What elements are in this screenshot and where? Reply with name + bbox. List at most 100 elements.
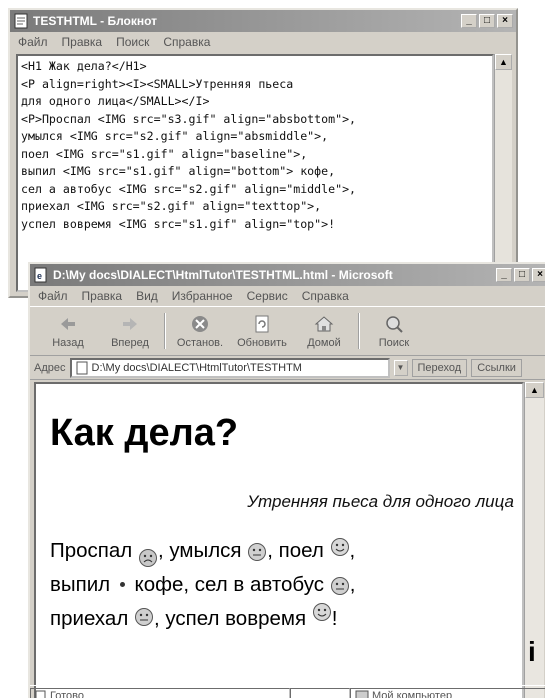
notepad-text-area[interactable]: <H1 Жак дела?</H1> <P align=right><I><SMA… <box>16 54 494 292</box>
browser-toolbar: Назад Вперед Останов. Обновить Домой Пои… <box>30 306 545 356</box>
text-umylsya: , умылся <box>157 539 242 562</box>
menu-edit[interactable]: Правка <box>62 35 103 49</box>
code-line: приехал <IMG src="s2.gif" align="texttop… <box>21 199 322 213</box>
code-line: <P align=right><I><SMALL>Утренняя пьеса <box>21 76 294 91</box>
toolbar-separator <box>164 313 166 349</box>
back-label: Назад <box>52 337 84 349</box>
toolbar-separator <box>358 313 360 349</box>
browser-window: e D:\My docs\DIALECT\HtmlTutor\TESTHTML.… <box>28 262 545 698</box>
scroll-up-arrow-icon[interactable]: ▲ <box>525 382 544 398</box>
menu-file[interactable]: Файл <box>18 35 48 49</box>
cropped-glyph: i <box>528 636 536 667</box>
menu-favorites[interactable]: Избранное <box>172 289 233 303</box>
back-arrow-icon <box>61 318 75 330</box>
notepad-title: TESTHTML - Блокнот <box>33 14 158 28</box>
home-button[interactable]: Домой <box>296 313 352 349</box>
status-zone: Мой компьютер <box>350 687 545 698</box>
status-empty <box>290 687 350 698</box>
search-button[interactable]: Поиск <box>366 313 422 349</box>
address-input[interactable]: D:\My docs\DIALECT\HtmlTutor\TESTHTM <box>69 357 390 378</box>
home-label: Домой <box>307 337 341 349</box>
stop-button[interactable]: Останов. <box>172 313 228 349</box>
back-button[interactable]: Назад <box>40 313 96 349</box>
code-line: <P>Проспал <IMG src="s3.gif" align="absb… <box>21 111 357 126</box>
search-icon <box>386 316 403 333</box>
menu-help[interactable]: Справка <box>163 35 210 49</box>
links-button[interactable]: Ссылки <box>471 358 522 377</box>
go-button[interactable]: Переход <box>411 358 468 377</box>
status-bar: Готово Мой компьютер <box>30 685 545 698</box>
close-button[interactable]: × <box>497 14 513 28</box>
tiny-image-dot <box>119 582 125 587</box>
status-ready: Готово <box>30 687 290 698</box>
word-prospal: Проспал <box>50 539 133 562</box>
sad-smiley-icon <box>138 548 158 568</box>
page-done-icon <box>35 690 46 698</box>
minimize-button[interactable]: _ <box>461 14 477 28</box>
neutral-smiley-icon <box>247 542 267 562</box>
happy-smiley-icon <box>312 602 332 622</box>
neutral-smiley-icon <box>134 607 154 627</box>
menu-help[interactable]: Справка <box>302 289 349 303</box>
browser-title: D:\My docs\DIALECT\HtmlTutor\TESTHTML.ht… <box>53 268 393 282</box>
refresh-label: Обновить <box>237 337 287 349</box>
notepad-scrollbar[interactable]: ▲ <box>494 54 512 292</box>
search-label: Поиск <box>378 337 410 349</box>
word-vypil: выпил <box>50 573 111 596</box>
page-heading: Как дела? <box>50 412 239 454</box>
status-text: Готово <box>50 689 84 698</box>
maximize-button[interactable]: □ <box>479 14 495 28</box>
menu-file[interactable]: Файл <box>38 289 68 303</box>
forward-arrow-icon <box>123 318 137 330</box>
browser-menubar: Файл Правка Вид Избранное Сервис Справка <box>30 286 545 306</box>
computer-icon <box>355 690 369 698</box>
forward-label: Вперед <box>111 337 149 349</box>
code-line: <H1 Жак дела?</H1> <box>21 59 147 73</box>
page-subtitle: Утренняя пьеса для одного лица <box>247 492 514 511</box>
page-icon <box>76 361 87 374</box>
neutral-smiley-icon <box>330 576 350 596</box>
menu-search[interactable]: Поиск <box>116 35 149 49</box>
home-icon <box>314 316 334 332</box>
menu-edit[interactable]: Правка <box>82 289 123 303</box>
page-content: Как дела? Утренняя пьеса для одного лица… <box>34 382 524 698</box>
word-priekhal: приехал <box>50 607 129 630</box>
text-exclaim: ! <box>331 607 338 630</box>
scroll-up-arrow-icon[interactable]: ▲ <box>495 54 512 70</box>
code-line: успел вовремя <IMG src="s1.gif" align="t… <box>21 216 336 231</box>
menu-view[interactable]: Вид <box>136 289 158 303</box>
close-button[interactable]: × <box>532 268 545 282</box>
text-poel: , поел <box>267 539 324 562</box>
address-bar: Адрес D:\My docs\DIALECT\HtmlTutor\TESTH… <box>30 356 545 380</box>
minimize-button[interactable]: _ <box>496 268 512 282</box>
forward-button[interactable]: Вперед <box>102 313 158 349</box>
code-line: сел а автобус <IMG src="s2.gif" align="m… <box>21 181 357 196</box>
text-uspel: , успел вовремя <box>154 607 307 630</box>
zone-text: Мой компьютер <box>372 689 453 698</box>
refresh-icon <box>255 315 269 333</box>
address-label: Адрес <box>34 361 66 374</box>
address-value: D:\My docs\DIALECT\HtmlTutor\TESTHTM <box>91 361 302 374</box>
happy-smiley-icon <box>330 537 350 557</box>
notepad-titlebar[interactable]: TESTHTML - Блокнот _ □ × <box>10 10 516 32</box>
refresh-button[interactable]: Обновить <box>234 313 290 349</box>
ie-page-icon: e <box>34 267 47 283</box>
menu-tools[interactable]: Сервис <box>247 289 288 303</box>
text-comma: , <box>349 539 356 562</box>
stop-icon <box>192 316 208 332</box>
code-line: умылся <IMG src="s2.gif" align="absmiddl… <box>21 129 329 143</box>
stop-label: Останов. <box>176 337 224 349</box>
code-line: для одного лица</SMALL></I> <box>21 94 210 108</box>
browser-titlebar[interactable]: e D:\My docs\DIALECT\HtmlTutor\TESTHTML.… <box>30 264 545 286</box>
text-comma: , <box>349 573 356 596</box>
code-line: выпил <IMG src="s1.gif" align="bottom"> … <box>21 164 336 178</box>
notepad-icon <box>14 13 28 29</box>
code-line: поел <IMG src="s1.gif" align="baseline">… <box>21 146 308 161</box>
notepad-window: TESTHTML - Блокнот _ □ × Файл Правка Пои… <box>8 8 518 298</box>
page-paragraph: Проспал , умылся , поел , выпил кофе, се… <box>50 534 520 636</box>
maximize-button[interactable]: □ <box>514 268 530 282</box>
text-kofe: кофе, сел в автобус <box>134 573 324 596</box>
address-dropdown-icon[interactable]: ▼ <box>393 359 408 376</box>
notepad-menubar: Файл Правка Поиск Справка <box>10 32 516 52</box>
svg-text:e: e <box>37 271 42 281</box>
